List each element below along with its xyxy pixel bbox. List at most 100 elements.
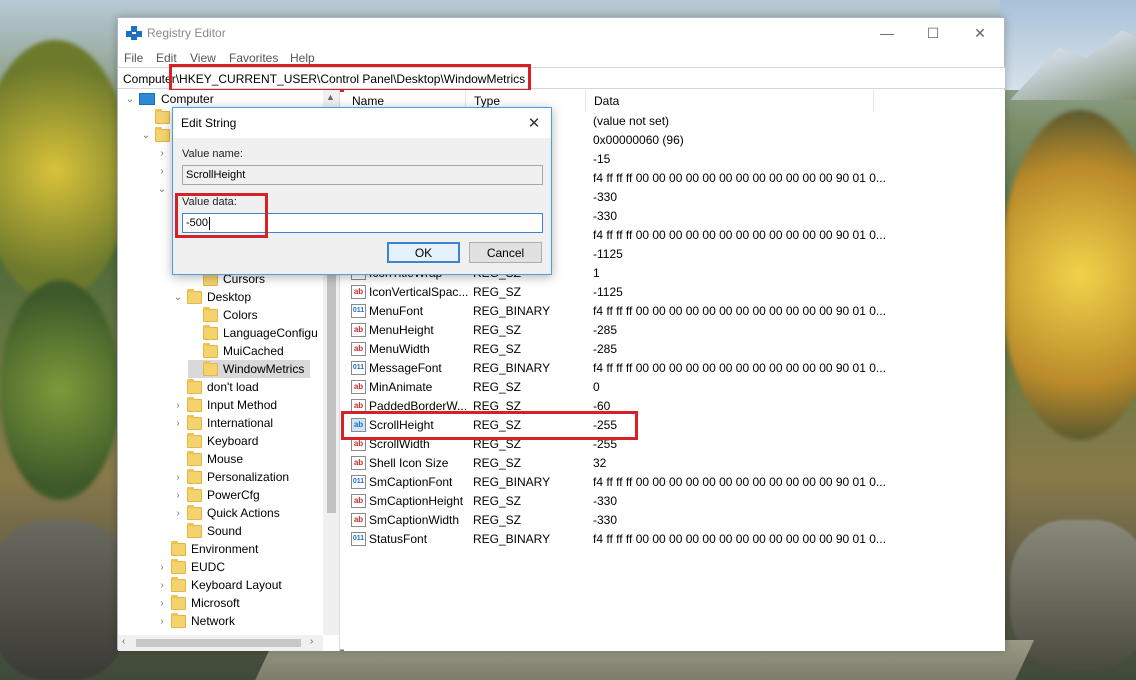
value-row[interactable]: abMinAnimateREG_SZ0 [344,378,1005,397]
expand-icon[interactable]: › [156,598,168,609]
value-data: f4 ff ff ff 00 00 00 00 00 00 00 00 00 0… [593,475,886,489]
folder-icon [155,111,170,124]
expand-icon[interactable]: › [172,418,184,429]
scroll-left-icon[interactable]: ‹ [122,636,125,647]
expand-icon[interactable]: › [156,562,168,573]
tree-item[interactable]: ⌄ [156,180,171,198]
close-button[interactable]: ✕ [957,18,1003,48]
tree-item-quick-actions[interactable]: ›Quick Actions [172,504,280,522]
value-data: 0x00000060 (96) [593,133,684,147]
value-name: MenuHeight [369,323,469,337]
menu-favorites[interactable]: Favorites [229,51,278,65]
scroll-right-icon[interactable]: › [310,636,313,647]
tree-item-desktop[interactable]: ⌄ Desktop [172,288,251,306]
tree-item-eudc[interactable]: ›EUDC [156,558,225,576]
expand-icon[interactable]: › [156,148,168,159]
tree-horizontal-scrollbar[interactable]: ‹ › [118,635,323,651]
tree-item-microsoft[interactable]: ›Microsoft [156,594,240,612]
value-data: (value not set) [593,114,669,128]
tree-item-dont-load[interactable]: don't load [172,378,259,396]
tree-item[interactable]: › [156,144,171,162]
tree-item-muicached[interactable]: MuiCached [188,342,284,360]
value-data: f4 ff ff ff 00 00 00 00 00 00 00 00 00 0… [593,304,886,318]
minimize-button[interactable]: — [864,18,910,48]
tree-item-label: LanguageConfigu [223,326,318,340]
tree-item-sound[interactable]: Sound [172,522,242,540]
collapse-icon[interactable]: ⌄ [140,130,152,141]
tree-item-windowmetrics[interactable]: WindowMetrics [188,360,310,378]
tree-item-powercfg[interactable]: ›PowerCfg [172,486,260,504]
tree-item-input-method[interactable]: ›Input Method [172,396,277,414]
expand-icon[interactable]: › [172,472,184,483]
value-row[interactable]: abShell Icon SizeREG_SZ32 [344,454,1005,473]
expand-icon[interactable]: › [172,490,184,501]
value-row[interactable]: 011SmCaptionFontREG_BINARYf4 ff ff ff 00… [344,473,1005,492]
folder-icon [187,417,202,430]
value-row[interactable]: abSmCaptionHeightREG_SZ-330 [344,492,1005,511]
expand-icon[interactable]: › [156,580,168,591]
collapse-icon[interactable]: ⌄ [172,292,184,303]
value-type: REG_BINARY [473,532,550,546]
tree-item-label: don't load [207,380,259,394]
tree-item-label: Desktop [207,290,251,304]
tree-item-environment[interactable]: Environment [156,540,258,558]
tree-item-keyboard-layout[interactable]: ›Keyboard Layout [156,576,282,594]
tree-horizontal-scroll-thumb[interactable] [136,639,301,647]
menu-file[interactable]: File [124,51,143,65]
dialog-title-bar[interactable]: Edit String ✕ [173,108,551,138]
expand-icon[interactable]: › [172,400,184,411]
tree-item[interactable]: ⌄ [140,126,175,144]
menu-help[interactable]: Help [290,51,315,65]
tree-item-computer[interactable]: ⌄ Computer [124,90,214,108]
tree-item-network[interactable]: ›Network [156,612,235,630]
value-type: REG_SZ [473,456,521,470]
collapse-icon[interactable]: ⌄ [156,184,168,195]
folder-icon [187,291,202,304]
value-row[interactable]: 011StatusFontREG_BINARYf4 ff ff ff 00 00… [344,530,1005,549]
expand-icon[interactable]: › [156,166,168,177]
tree-item-colors[interactable]: Colors [188,306,258,324]
menu-edit[interactable]: Edit [156,51,177,65]
menu-view[interactable]: View [190,51,216,65]
tree-item-label: Sound [207,524,242,538]
ok-button[interactable]: OK [387,242,460,263]
autumn-tree [0,40,130,300]
value-row[interactable]: 011MenuFontREG_BINARYf4 ff ff ff 00 00 0… [344,302,1005,321]
value-data: f4 ff ff ff 00 00 00 00 00 00 00 00 00 0… [593,532,886,546]
address-bar[interactable]: Computer\HKEY_CURRENT_USER\Control Panel… [118,67,1005,89]
tree-item-mouse[interactable]: Mouse [172,450,243,468]
maximize-button[interactable]: ☐ [910,18,956,48]
tree-item-label: Mouse [207,452,243,466]
value-row[interactable]: 011MessageFontREG_BINARYf4 ff ff ff 00 0… [344,359,1005,378]
column-header-data[interactable]: Data [586,90,874,112]
tree-item-personalization[interactable]: ›Personalization [172,468,289,486]
tree-item-languageconfiguration[interactable]: LanguageConfigu [188,324,318,342]
string-value-icon: ab [351,456,366,470]
value-name-field: ScrollHeight [182,165,543,185]
value-row[interactable]: abSmCaptionWidthREG_SZ-330 [344,511,1005,530]
value-row[interactable]: abIconVerticalSpac...REG_SZ-1125 [344,283,1005,302]
binary-value-icon: 011 [351,475,366,489]
collapse-icon[interactable]: ⌄ [124,94,136,105]
rock [0,520,130,680]
value-row[interactable]: abMenuWidthREG_SZ-285 [344,340,1005,359]
scroll-up-icon[interactable]: ▲ [326,92,335,102]
tree-item-international[interactable]: › International [172,414,273,432]
expand-icon[interactable]: › [156,616,168,627]
folder-icon [171,615,186,628]
green-tree [0,280,120,500]
tree-item[interactable] [140,108,175,126]
tree-item[interactable]: › [156,162,171,180]
string-value-icon: ab [351,323,366,337]
folder-icon [187,507,202,520]
tree-item-label: International [207,416,273,430]
binary-value-icon: 011 [351,532,366,546]
value-row[interactable]: abMenuHeightREG_SZ-285 [344,321,1005,340]
value-data: -285 [593,342,617,356]
title-bar[interactable]: Registry Editor — ☐ ✕ [118,18,1004,48]
value-data-highlight-box [175,193,268,238]
dialog-close-button[interactable]: ✕ [517,108,551,138]
tree-item-keyboard[interactable]: Keyboard [172,432,258,450]
cancel-button[interactable]: Cancel [469,242,542,263]
expand-icon[interactable]: › [172,508,184,519]
